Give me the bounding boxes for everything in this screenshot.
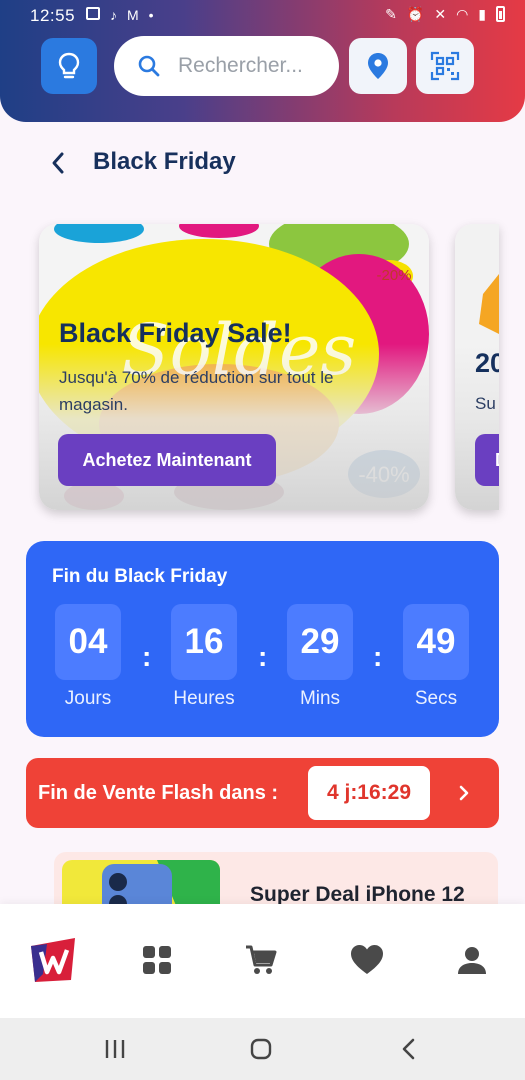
promo-banner[interactable]: -20% -40% Soldes Black Friday Sale! Jusq…	[39, 224, 429, 510]
chevron-right-icon[interactable]	[453, 781, 475, 805]
alarm-icon: ⏰	[406, 6, 425, 22]
countdown-separator: :	[373, 641, 383, 672]
countdown-separator: :	[258, 641, 268, 672]
search-icon	[136, 53, 162, 79]
promo-banner-next[interactable]: 20 Su D	[455, 224, 499, 510]
location-button[interactable]	[349, 38, 407, 94]
home-button[interactable]	[246, 1034, 276, 1064]
notification-icons: ♪ M •	[86, 7, 154, 23]
nav-cart[interactable]	[235, 934, 287, 986]
countdown-seconds: 49 Secs	[403, 604, 469, 710]
tiktok-notification-icon: ♪	[110, 7, 117, 23]
nav-favorites[interactable]	[341, 934, 393, 986]
search-bar[interactable]	[114, 36, 339, 96]
countdown-title: Fin du Black Friday	[52, 566, 228, 587]
bottom-navigation	[0, 904, 525, 1018]
banner-subtitle: Jusqu'à 70% de réduction sur tout le mag…	[59, 368, 334, 414]
countdown-separator: :	[142, 641, 152, 672]
categories-icon	[143, 946, 171, 974]
pen-icon: ✎	[385, 6, 397, 22]
banner-next-button[interactable]: D	[475, 434, 499, 486]
app-header: 12:55 ♪ M • ✎ ⏰ ✕ ◠ ▮	[0, 0, 525, 122]
system-status-icons: ✎ ⏰ ✕ ◠ ▮	[385, 6, 505, 23]
recents-button[interactable]	[100, 1034, 130, 1064]
page-title: Black Friday	[93, 148, 236, 175]
countdown-hours-value: 16	[171, 604, 237, 680]
flash-sale-timer: 4 j:16:29	[308, 766, 430, 820]
profile-icon	[458, 947, 486, 974]
banner-title: Black Friday Sale!	[59, 318, 292, 348]
black-friday-countdown: Fin du Black Friday 04 Jours : 16 Heures…	[26, 541, 499, 737]
product-card[interactable]: Super Deal iPhone 12	[54, 852, 498, 912]
countdown-days: 04 Jours	[55, 604, 121, 710]
ideas-button[interactable]	[41, 38, 97, 94]
nav-profile[interactable]	[446, 934, 498, 986]
signal-icon: ▮	[478, 6, 486, 22]
banner-next-subtitle: Su	[475, 394, 496, 413]
nav-categories[interactable]	[131, 934, 183, 986]
banner-next-title: 20	[475, 348, 499, 378]
nav-home-logo[interactable]	[27, 934, 79, 986]
system-navigation-bar	[0, 1018, 525, 1080]
back-icon	[402, 1038, 415, 1060]
back-arrow-icon[interactable]	[44, 148, 74, 178]
gallery-notification-icon	[86, 7, 100, 20]
countdown-days-label: Jours	[64, 688, 112, 709]
status-time: 12:55	[30, 6, 76, 25]
countdown-days-value: 04	[55, 604, 121, 680]
countdown-hours-label: Heures	[173, 688, 235, 709]
countdown-minutes: 29 Mins	[287, 604, 353, 710]
countdown-seconds-label: Secs	[414, 688, 458, 709]
lightbulb-icon	[58, 52, 80, 79]
qr-scan-button[interactable]	[416, 38, 474, 94]
countdown-seconds-value: 49	[403, 604, 469, 680]
shop-now-button[interactable]: Achetez Maintenant	[58, 434, 276, 486]
svg-text:-20%: -20%	[376, 267, 411, 284]
flash-sale-label: Fin de Vente Flash dans :	[38, 782, 279, 804]
status-bar: 12:55 ♪ M • ✎ ⏰ ✕ ◠ ▮	[0, 0, 525, 32]
heart-icon	[351, 945, 383, 974]
countdown-hours: 16 Heures	[171, 604, 237, 710]
countdown-minutes-value: 29	[287, 604, 353, 680]
recents-icon	[105, 1040, 125, 1058]
mute-icon: ✕	[434, 6, 447, 22]
wifi-icon: ◠	[456, 6, 469, 22]
flash-sale-bar[interactable]: Fin de Vente Flash dans : 4 j:16:29	[26, 758, 499, 828]
more-notification-icon: •	[148, 7, 154, 23]
system-back-button[interactable]	[394, 1034, 424, 1064]
qr-scan-icon	[430, 51, 460, 81]
location-pin-icon	[368, 53, 388, 79]
home-icon	[250, 1038, 272, 1060]
search-input[interactable]	[178, 54, 338, 78]
cart-icon	[246, 945, 277, 974]
countdown-minutes-label: Mins	[299, 688, 341, 709]
app-logo-icon	[31, 938, 75, 982]
battery-icon	[496, 6, 505, 22]
mail-notification-icon: M	[127, 7, 139, 23]
